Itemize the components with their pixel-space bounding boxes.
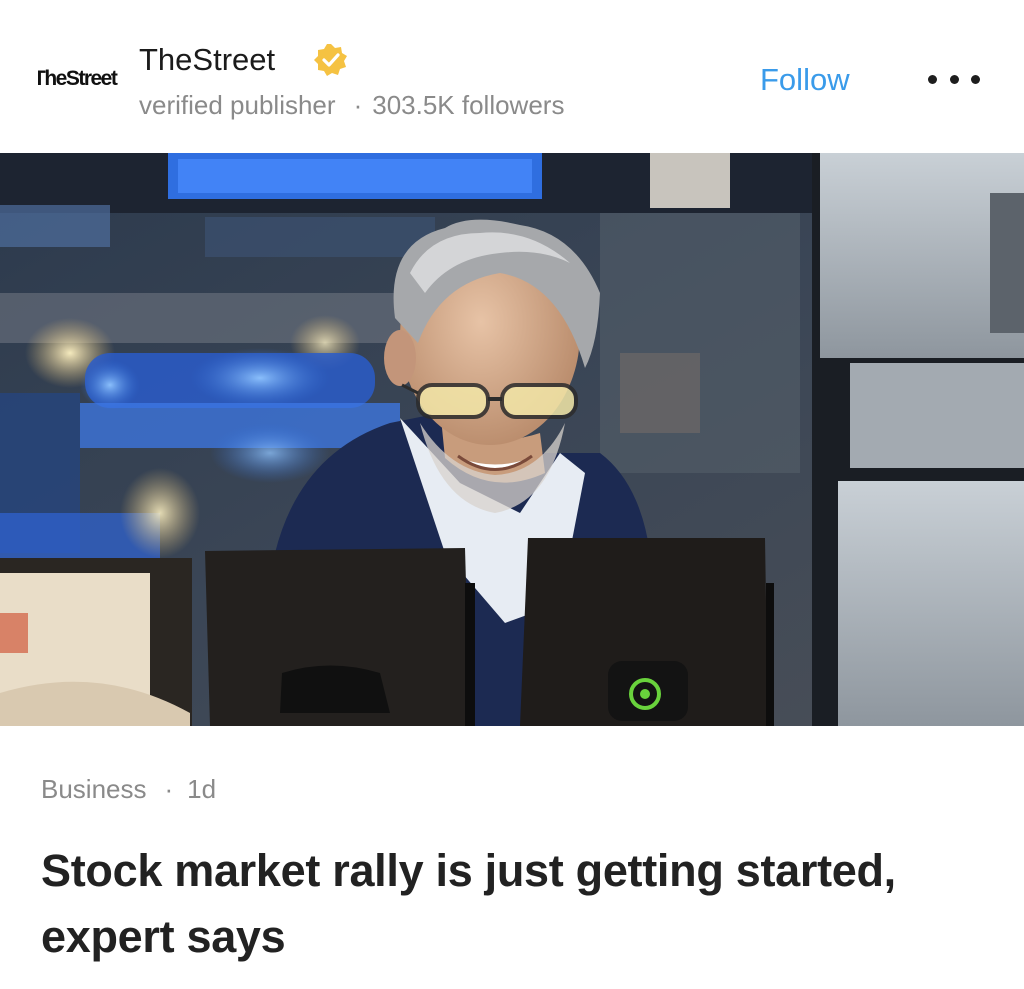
article-headline[interactable]: Stock market rally is just getting start… [41, 838, 1001, 970]
article-category[interactable]: Business [41, 774, 147, 804]
article-meta: Business · 1d [41, 772, 216, 806]
publisher-logo[interactable]: TheStreet [38, 66, 122, 92]
publisher-header: TheStreet TheStreet verified publisher · 3… [0, 0, 1024, 153]
meta-separator: · [353, 90, 363, 120]
more-options-icon[interactable] [928, 64, 980, 94]
more-dot [971, 74, 980, 84]
article-card[interactable]: TheStreet TheStreet verified publisher · 3… [0, 0, 1024, 989]
publisher-meta: verified publisher · 303.5K followers [139, 88, 564, 122]
follow-button[interactable]: Follow [760, 60, 850, 100]
more-dot [928, 74, 937, 84]
more-dot [949, 74, 959, 84]
article-hero-image[interactable] [0, 153, 1024, 726]
verified-check-icon [314, 44, 347, 76]
trader-photo [0, 153, 1024, 726]
publisher-name[interactable]: TheStreet [139, 40, 275, 80]
verified-publisher-label: verified publisher [139, 90, 336, 120]
article-age: 1d [187, 774, 217, 804]
meta-separator: · [164, 774, 174, 804]
follower-count: 303.5K followers [372, 90, 565, 120]
